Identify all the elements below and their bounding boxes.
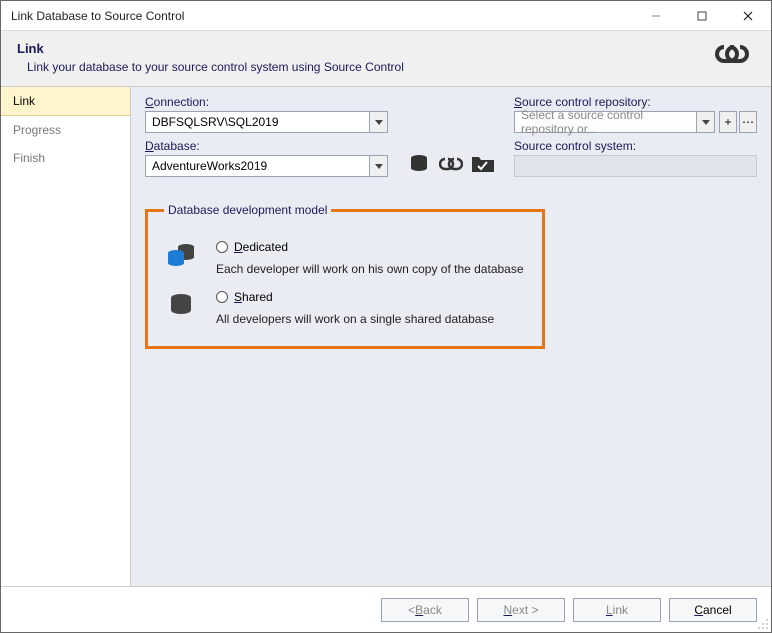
link-indicator-icons (406, 151, 496, 177)
link-chain-icon (438, 151, 464, 177)
dedicated-title: Dedicated (216, 240, 526, 254)
resize-grip-icon[interactable] (757, 618, 769, 630)
window-buttons (633, 1, 771, 31)
sidebar-item-link[interactable]: Link (1, 87, 130, 116)
shared-body: Shared All developers will work on a sin… (216, 290, 526, 326)
repository-placeholder[interactable]: Select a source control repository or... (514, 111, 697, 133)
database-combo[interactable]: AdventureWorks2019 (145, 155, 388, 177)
footer: < Back Next > Link Cancel (1, 586, 771, 632)
next-button[interactable]: Next > (477, 598, 565, 622)
model-option-shared[interactable]: Shared All developers will work on a sin… (164, 290, 526, 326)
shared-radio[interactable] (216, 291, 228, 303)
repository-extra-buttons: + ⋯ (719, 111, 757, 133)
shared-desc: All developers will work on a single sha… (216, 312, 526, 326)
dedicated-radio[interactable] (216, 241, 228, 253)
main-panel: Connection: DBFSQLSRV\SQL2019 Database: … (131, 87, 771, 586)
dedicated-db-icon (164, 240, 198, 270)
database-label: Database: (145, 139, 388, 153)
maximize-button[interactable] (679, 1, 725, 31)
close-button[interactable] (725, 1, 771, 31)
repository-label: Source control repository: (514, 95, 757, 109)
header-text-block: Link Link your database to your source c… (17, 41, 715, 74)
link-button[interactable]: Link (573, 598, 661, 622)
connection-label: Connection: (145, 95, 388, 109)
repository-column: Source control repository: Select a sour… (514, 95, 757, 183)
database-dropdown-button[interactable] (370, 155, 388, 177)
window-title: Link Database to Source Control (11, 9, 633, 23)
shared-label: Shared (234, 290, 273, 304)
titlebar: Link Database to Source Control (1, 1, 771, 31)
header-title: Link (17, 41, 715, 56)
repository-add-button[interactable]: + (719, 111, 737, 133)
sidebar: Link Progress Finish (1, 87, 131, 586)
top-columns: Connection: DBFSQLSRV\SQL2019 Database: … (145, 95, 757, 183)
database-icon (406, 151, 432, 177)
repository-combo[interactable]: Select a source control repository or...… (514, 111, 757, 133)
connection-column: Connection: DBFSQLSRV\SQL2019 Database: … (145, 95, 388, 183)
sidebar-item-finish[interactable]: Finish (1, 144, 130, 172)
connection-value[interactable]: DBFSQLSRV\SQL2019 (145, 111, 370, 133)
dedicated-desc: Each developer will work on his own copy… (216, 262, 526, 276)
database-value[interactable]: AdventureWorks2019 (145, 155, 370, 177)
cancel-button[interactable]: Cancel (669, 598, 757, 622)
development-model-group: Database development model Dedicated (145, 209, 545, 349)
repository-more-button[interactable]: ⋯ (739, 111, 757, 133)
system-label: Source control system: (514, 139, 757, 153)
dialog-window: Link Database to Source Control Link Lin… (0, 0, 772, 633)
back-button[interactable]: < Back (381, 598, 469, 622)
connection-combo[interactable]: DBFSQLSRV\SQL2019 (145, 111, 388, 133)
body: Link Progress Finish Connection: DBFSQLS… (1, 87, 771, 586)
shared-title: Shared (216, 290, 526, 304)
sidebar-item-progress[interactable]: Progress (1, 116, 130, 144)
dedicated-body: Dedicated Each developer will work on hi… (216, 240, 526, 276)
development-model-legend: Database development model (164, 203, 331, 217)
header: Link Link your database to your source c… (1, 31, 771, 87)
model-option-dedicated[interactable]: Dedicated Each developer will work on hi… (164, 240, 526, 276)
dedicated-label: Dedicated (234, 240, 288, 254)
link-icon (715, 43, 755, 73)
minimize-button[interactable] (633, 1, 679, 31)
header-description: Link your database to your source contro… (17, 60, 715, 74)
repository-dropdown-button[interactable] (697, 111, 715, 133)
connection-dropdown-button[interactable] (370, 111, 388, 133)
shared-db-icon (164, 290, 198, 320)
folder-check-icon (470, 151, 496, 177)
source-control-system-field (514, 155, 757, 177)
